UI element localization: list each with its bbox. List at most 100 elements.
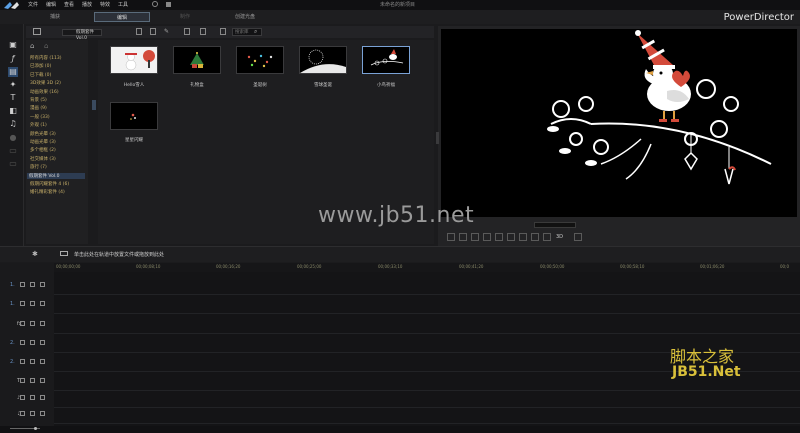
collapse-panel-handle[interactable]: [92, 100, 96, 110]
thumb-snow-globe[interactable]: [299, 46, 347, 74]
category-item[interactable]: 已添加 (0): [30, 63, 51, 69]
particle-room-icon[interactable]: ✦: [8, 80, 18, 90]
download-icon[interactable]: [200, 28, 206, 35]
thumb-star-sparkle[interactable]: [110, 102, 158, 130]
storyboard-icon[interactable]: [60, 251, 68, 256]
transition-room-icon[interactable]: ◧: [8, 106, 18, 116]
play-button[interactable]: [447, 233, 455, 241]
tag-remove-icon[interactable]: ⌂: [44, 42, 52, 50]
menu-file[interactable]: 文件: [28, 1, 38, 8]
category-item[interactable]: 社交媒体 (3): [30, 156, 56, 162]
category-select[interactable]: 假期套件 Vol.0: [62, 29, 102, 41]
track-visibility-icon[interactable]: [20, 340, 25, 345]
category-item[interactable]: 旅行 (7): [30, 164, 47, 170]
category-item[interactable]: 所有内容 (113): [30, 55, 62, 61]
track-enable-checkbox[interactable]: [30, 378, 35, 383]
track-enable-checkbox[interactable]: [30, 301, 35, 306]
timecode-display[interactable]: [534, 222, 576, 228]
track-lock-icon[interactable]: [40, 340, 45, 345]
category-item[interactable]: 动画光晕 (3): [30, 139, 56, 145]
fx-room-icon[interactable]: ƒ: [8, 54, 18, 64]
settings-icon[interactable]: [152, 1, 158, 7]
track-enable-checkbox[interactable]: [30, 359, 35, 364]
track-enable-checkbox[interactable]: [30, 282, 35, 287]
tag-icon[interactable]: [184, 28, 190, 35]
track-lock-icon[interactable]: [40, 411, 45, 416]
pip-room-icon[interactable]: ▤: [8, 67, 18, 77]
track-lock-icon[interactable]: [40, 378, 45, 383]
next-frame-button[interactable]: [483, 233, 491, 241]
thumb-bird-blessing[interactable]: [362, 46, 410, 74]
tag-filter-icon[interactable]: ⌂: [30, 42, 38, 50]
fullscreen-icon[interactable]: [574, 233, 582, 241]
search-icon[interactable]: ⌕: [254, 28, 257, 36]
subtitle-room-icon[interactable]: ▭: [8, 159, 18, 169]
thumb-christmas-tree[interactable]: [236, 46, 284, 74]
grid-view-icon[interactable]: [136, 28, 142, 35]
menu-effects[interactable]: 特效: [100, 1, 110, 8]
category-item[interactable]: 一般 (33): [30, 114, 50, 120]
track-lock-icon[interactable]: [40, 395, 45, 400]
track-visibility-icon[interactable]: [20, 321, 25, 326]
help-icon[interactable]: [166, 2, 171, 7]
undock-icon[interactable]: [543, 233, 551, 241]
fast-forward-button[interactable]: [507, 233, 515, 241]
track-visibility-icon[interactable]: [20, 282, 25, 287]
category-item[interactable]: 外观 (1): [30, 122, 47, 128]
category-item[interactable]: 假期套件 Vol.0: [27, 172, 85, 179]
panel-resize-handle[interactable]: [436, 132, 439, 144]
track-lock-icon[interactable]: [40, 301, 45, 306]
import-icon[interactable]: [33, 28, 41, 35]
menu-edit[interactable]: 编辑: [46, 1, 56, 8]
menu-tools[interactable]: 工具: [118, 1, 128, 8]
chapter-room-icon[interactable]: ▭: [8, 146, 18, 156]
rewind-button[interactable]: [495, 233, 503, 241]
track-lock-icon[interactable]: [40, 282, 45, 287]
category-item[interactable]: 背景 (5): [30, 97, 47, 103]
track-visibility-icon[interactable]: [20, 411, 25, 416]
category-item[interactable]: 动画效果 (16): [30, 89, 59, 95]
category-item[interactable]: 已下载 (0): [30, 72, 51, 78]
track-visibility-icon[interactable]: [20, 378, 25, 383]
sort-icon[interactable]: [220, 28, 226, 35]
tools-icon[interactable]: ✱: [32, 250, 38, 258]
voice-room-icon[interactable]: ●: [8, 133, 18, 143]
track-enable-checkbox[interactable]: [30, 321, 35, 326]
audio-room-icon[interactable]: ♫: [8, 119, 18, 129]
stop-button[interactable]: [459, 233, 467, 241]
track-enable-checkbox[interactable]: [30, 411, 35, 416]
zoom-slider-handle[interactable]: [34, 427, 37, 430]
category-item[interactable]: 颜色光晕 (3): [30, 131, 56, 137]
category-item[interactable]: 漫画 (9): [30, 105, 47, 111]
snapshot-icon[interactable]: [531, 233, 539, 241]
track-visibility-icon[interactable]: [20, 301, 25, 306]
volume-icon[interactable]: [519, 233, 527, 241]
3d-mode-toggle[interactable]: 3D: [556, 234, 563, 240]
menu-play[interactable]: 播放: [82, 1, 92, 8]
track-enable-checkbox[interactable]: [30, 340, 35, 345]
tab-create-disc[interactable]: 创建光盘: [220, 12, 270, 22]
app-logo-icon: [4, 2, 19, 9]
tab-edit[interactable]: 编辑: [94, 12, 150, 22]
thumb-gift-box[interactable]: [173, 46, 221, 74]
edit-icon[interactable]: ✎: [164, 28, 170, 35]
title-room-icon[interactable]: T: [8, 93, 18, 103]
category-item[interactable]: 假期闪耀套件 4 (6): [30, 181, 69, 187]
track-lock-icon[interactable]: [40, 359, 45, 364]
category-item[interactable]: 3D效果 3D (2): [30, 80, 61, 86]
tab-capture[interactable]: 捕获: [30, 12, 80, 22]
category-item[interactable]: 婚礼精彩套件 (4): [30, 189, 65, 195]
track-lock-icon[interactable]: [40, 321, 45, 326]
list-view-icon[interactable]: [150, 28, 156, 35]
media-room-icon[interactable]: ▣: [8, 40, 18, 50]
library-search-input[interactable]: [232, 28, 262, 36]
prev-frame-button[interactable]: [471, 233, 479, 241]
tab-produce[interactable]: 制作: [160, 12, 210, 22]
track-visibility-icon[interactable]: [20, 359, 25, 364]
category-item[interactable]: 多个相框 (2): [30, 147, 56, 153]
menu-view[interactable]: 查看: [64, 1, 74, 8]
track-enable-checkbox[interactable]: [30, 395, 35, 400]
timeline-ruler[interactable]: [54, 263, 800, 272]
thumb-hello-snowman[interactable]: [110, 46, 158, 74]
track-visibility-icon[interactable]: [20, 395, 25, 400]
